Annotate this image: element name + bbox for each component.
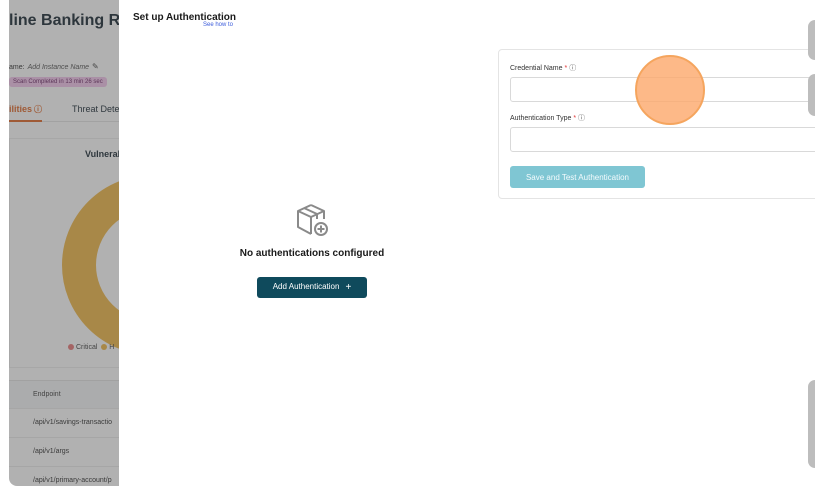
authentication-type-select[interactable]	[510, 127, 815, 152]
empty-state-text: No authentications configured	[239, 248, 385, 259]
required-marker: *	[573, 115, 577, 122]
info-icon[interactable]: ⓘ	[569, 65, 576, 72]
empty-state: No authentications configured	[219, 202, 405, 259]
screen: line Banking RE ame: Add Instance Name ✎ S…	[0, 0, 815, 492]
scrollbar-handle[interactable]	[808, 20, 815, 60]
auth-drawer: Set up Authentication See how to No auth…	[119, 0, 815, 492]
save-and-test-button[interactable]: Save and Test Authentication	[510, 166, 645, 188]
package-plus-icon	[297, 204, 328, 236]
credential-name-label-text: Credential Name	[510, 65, 563, 72]
plus-icon: +	[345, 282, 352, 293]
add-authentication-button[interactable]: Add Authentication +	[257, 277, 367, 298]
scrollbar-handle[interactable]	[808, 380, 815, 468]
scrollbar-handle[interactable]	[808, 74, 815, 116]
see-how-link[interactable]: See how to	[203, 22, 233, 28]
required-marker: *	[564, 65, 568, 72]
authentication-type-label: Authentication Type * ⓘ	[510, 113, 585, 123]
credential-name-label: Credential Name * ⓘ	[510, 63, 576, 73]
cursor-highlight	[635, 55, 705, 125]
authentication-type-label-text: Authentication Type	[510, 115, 572, 122]
info-icon[interactable]: ⓘ	[578, 115, 585, 122]
add-authentication-label: Add Authentication	[272, 282, 340, 291]
